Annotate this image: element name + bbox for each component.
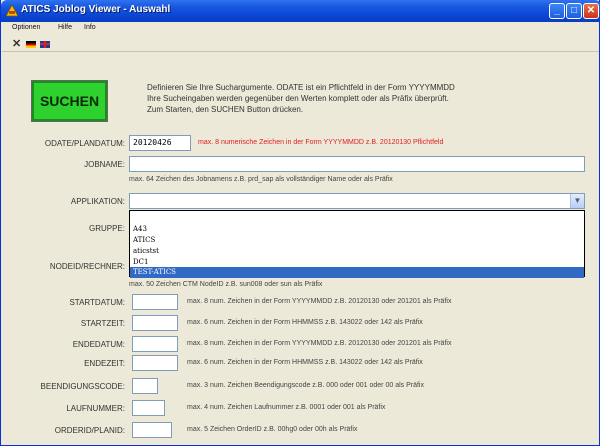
startzeit-input[interactable] [132,315,178,331]
chevron-down-icon[interactable]: ▼ [570,194,584,208]
dropdown-option[interactable]: ATICS [130,235,584,246]
toolbar: ✕ [2,36,599,52]
startdatum-label: STARTDATUM: [69,298,125,307]
search-form: SUCHEN Definieren Sie Ihre Suchargumente… [2,53,599,445]
dropdown-option[interactable] [130,213,584,224]
orderid-input[interactable] [132,422,172,438]
orderid-hint: max. 5 Zeichen OrderID z.B. 00hg0 oder 0… [187,426,358,433]
laufnummer-label: LAUFNUMMER: [66,404,125,413]
menu-info[interactable]: Info [84,24,96,31]
endedatum-label: ENDEDATUM: [72,340,125,349]
odate-label: ODATE/PLANDATUM: [44,139,125,148]
instruction-line: Zum Starten, den SUCHEN Button drücken. [147,105,304,114]
instructions-text: Definieren Sie Ihre Suchargumente. ODATE… [147,82,577,115]
menu-bar: Optionen Hilfe Info [2,22,599,36]
jobname-label: JOBNAME: [84,160,125,169]
gruppe-label: GRUPPE: [88,224,125,233]
close-x-icon[interactable]: ✕ [12,37,21,50]
app-icon [6,5,18,17]
nodeid-hint: max. 50 Zeichen CTM NodeID z.B. sun008 o… [129,281,323,288]
uk-flag-icon[interactable] [40,41,50,48]
endezeit-hint: max. 6 num. Zeichen in der Form HHMMSS z… [187,359,423,366]
startzeit-hint: max. 6 num. Zeichen in der Form HHMMSS z… [187,319,423,326]
nodeid-label: NODEID/RECHNER: [49,262,125,271]
maximize-button[interactable]: □ [566,3,582,19]
odate-hint: max. 8 numerische Zeichen in der Form YY… [198,139,444,146]
endedatum-input[interactable] [132,336,178,352]
instruction-line: Ihre Sucheingaben werden gegenüber den W… [147,94,449,103]
applikation-dropdown-list[interactable]: A43 ATICS aticstst DC1 TEST-ATICS [129,210,585,278]
endedatum-hint: max. 8 num. Zeichen in der Form YYYYMMDD… [187,340,452,347]
minimize-button[interactable]: _ [549,3,565,19]
title-bar[interactable]: ATICS Joblog Viewer - Auswahl _ □ ✕ [1,0,600,22]
dropdown-option[interactable]: aticstst [130,246,584,257]
app-window: ATICS Joblog Viewer - Auswahl _ □ ✕ Opti… [0,0,600,446]
odate-input[interactable]: 20120426 [129,135,191,151]
dropdown-option-selected[interactable]: TEST-ATICS [130,267,584,278]
jobname-hint: max. 64 Zeichen des Jobnamens z.B. prd_s… [129,176,393,183]
endezeit-label: ENDEZEIT: [84,359,125,368]
german-flag-icon[interactable] [26,41,36,48]
applikation-select[interactable]: ▼ [129,193,585,209]
startdatum-input[interactable] [132,294,178,310]
suchen-button[interactable]: SUCHEN [31,80,108,122]
applikation-label: APPLIKATION: [70,197,125,206]
orderid-label: ORDERID/PLANID: [54,426,125,435]
dropdown-option[interactable]: A43 [130,224,584,235]
startzeit-label: STARTZEIT: [80,319,125,328]
beendigungscode-input[interactable] [132,378,158,394]
close-button[interactable]: ✕ [583,3,599,19]
menu-hilfe[interactable]: Hilfe [58,24,72,31]
endezeit-input[interactable] [132,355,178,371]
laufnummer-input[interactable] [132,400,165,416]
window-title: ATICS Joblog Viewer - Auswahl [21,4,171,15]
startdatum-hint: max. 8 num. Zeichen in der Form YYYYMMDD… [187,298,452,305]
beendigungscode-hint: max. 3 num. Zeichen Beendigungscode z.B.… [187,382,424,389]
instruction-line: Definieren Sie Ihre Suchargumente. ODATE… [147,83,455,92]
jobname-input[interactable] [129,156,585,172]
menu-optionen[interactable]: Optionen [12,24,40,31]
beendigungscode-label: BEENDIGUNGSCODE: [40,382,125,391]
laufnummer-hint: max. 4 num. Zeichen Laufnummer z.B. 0001… [187,404,386,411]
